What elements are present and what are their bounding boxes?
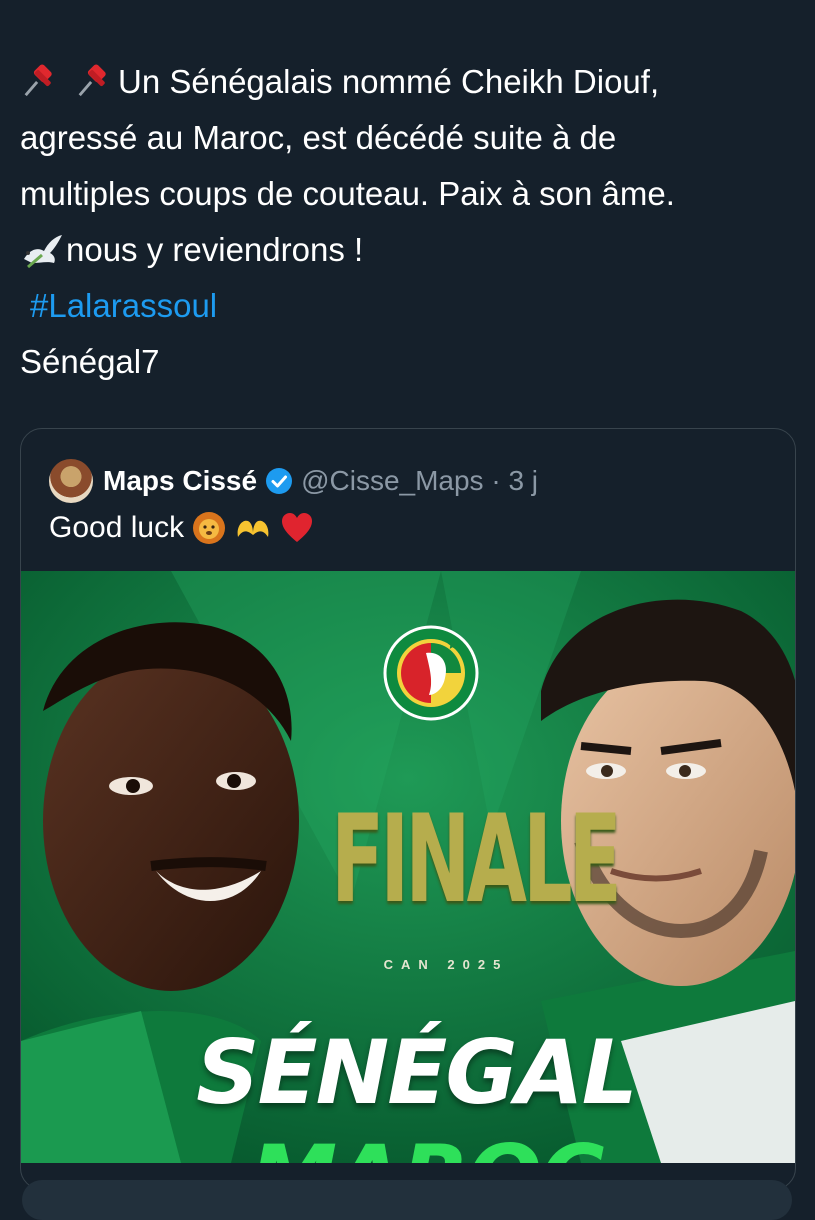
tweet-text: Un Sénégalais nommé Cheikh Diouf, agress… xyxy=(20,54,800,390)
tweet-last-line: Sénégal7 xyxy=(20,343,160,380)
quoted-author-name[interactable]: Maps Cissé xyxy=(103,465,257,497)
verified-badge-icon xyxy=(266,468,293,494)
red-heart-icon xyxy=(282,513,313,542)
tweet-line-4-text: nous y reviendrons ! xyxy=(66,231,364,268)
poster-team-1: SÉNÉGAL xyxy=(196,1021,638,1124)
pushpin-icon xyxy=(78,64,106,97)
pushpin-icon xyxy=(24,64,52,97)
lion-face-icon xyxy=(193,512,226,544)
reply-bar[interactable] xyxy=(22,1180,792,1220)
tweet-line-1-text: Un Sénégalais nommé Cheikh Diouf, xyxy=(118,63,660,100)
poster-subtitle: CAN 2025 xyxy=(383,957,509,972)
dove-icon xyxy=(24,235,62,269)
tweet-line-2: agressé au Maroc, est décédé suite à de xyxy=(20,119,617,156)
poster-team-2: MAROC xyxy=(191,1126,661,1163)
quoted-text: Good luck xyxy=(49,511,185,544)
tweet-line-3: multiples coups de couteau. Paix à son â… xyxy=(20,175,675,212)
quoted-handle-time: @Cisse_Maps · 3 j xyxy=(301,465,539,496)
quoted-tweet-text: Good luck xyxy=(49,511,314,545)
hashtag-link[interactable]: #Lalarassoul xyxy=(20,278,800,334)
quoted-tweet[interactable]: Maps Cissé @Cisse_Maps · 3 j Good luck F… xyxy=(20,428,796,1190)
federation-logo-icon xyxy=(383,625,479,721)
avatar[interactable] xyxy=(49,459,93,503)
tweet-line-1: Un Sénégalais nommé Cheikh Diouf, xyxy=(20,54,800,110)
quoted-media-image[interactable]: FINALE CAN 2025 SÉNÉGAL MAROC xyxy=(21,571,795,1163)
quoted-tweet-header: Maps Cissé @Cisse_Maps · 3 j xyxy=(49,459,538,503)
heart-hands-icon xyxy=(237,520,269,537)
tweet-line-4: nous y reviendrons ! xyxy=(20,222,800,278)
poster-title: FINALE xyxy=(331,791,622,931)
